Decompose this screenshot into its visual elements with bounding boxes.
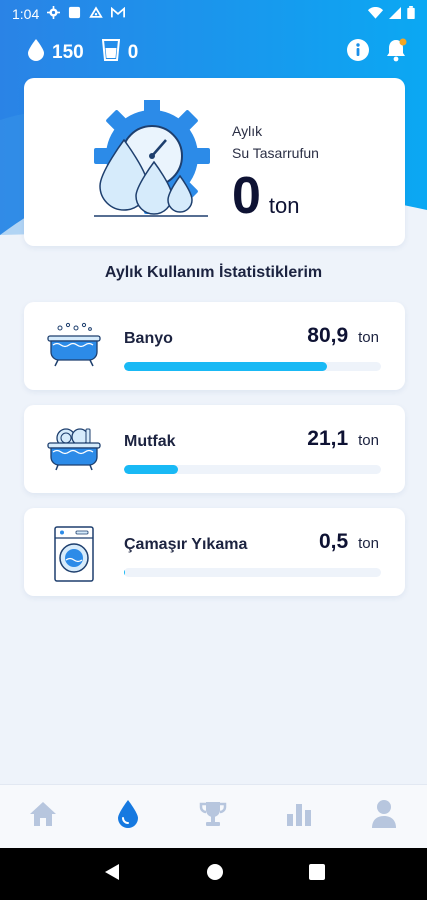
stat-card-kitchen[interactable]: Mutfak 21,1 ton: [24, 405, 405, 493]
progress-track-bathroom: [124, 362, 381, 371]
savings-amount: 0: [232, 167, 261, 225]
stat-amount-laundry: 0,5: [318, 530, 349, 553]
stat-value-kitchen: 21,1 ton: [307, 427, 379, 451]
settings-status-icon: [47, 6, 61, 22]
stat-unit-laundry: ton: [358, 535, 379, 552]
bar-chart-icon: [285, 800, 313, 833]
progress-fill-laundry: [124, 568, 126, 577]
stat-unit-kitchen: ton: [358, 432, 379, 449]
home-icon: [28, 800, 58, 833]
notification-button[interactable]: [385, 38, 407, 68]
drops-count: 150: [52, 42, 84, 63]
trophy-icon: [198, 800, 228, 833]
progress-track-laundry: [124, 568, 381, 577]
stat-value-laundry: 0,5 ton: [319, 530, 379, 554]
status-time: 1:04: [12, 6, 40, 22]
info-button[interactable]: [347, 39, 369, 67]
stat-unit-bathroom: ton: [358, 329, 379, 346]
nav-statistics[interactable]: [279, 797, 319, 837]
mail-status-icon: [111, 6, 126, 22]
monthly-savings-card: Aylık Su Tasarrufun 0 ton: [24, 78, 405, 246]
android-status-icon: [89, 6, 104, 22]
glass-counter: 0: [101, 39, 139, 67]
home-button[interactable]: [206, 863, 224, 886]
water-drop-icon: [28, 39, 44, 67]
nav-water[interactable]: [108, 797, 148, 837]
nav-home[interactable]: [23, 797, 63, 837]
stat-amount-bathroom: 80,9: [307, 324, 349, 347]
square-status-icon: [68, 6, 81, 22]
progress-track-kitchen: [124, 465, 381, 474]
stat-name-laundry: Çamaşır Yıkama: [124, 536, 248, 553]
battery-icon: [407, 6, 415, 22]
water-drop-icon: [117, 799, 139, 834]
bottom-navigation: [0, 784, 427, 848]
washing-machine-icon: [46, 526, 102, 582]
bathtub-icon: [46, 320, 102, 372]
kitchen-sink-icon: [46, 423, 102, 475]
savings-unit: ton: [268, 193, 300, 218]
savings-label-line2: Su Tasarrufun: [232, 145, 319, 161]
recents-button[interactable]: [308, 863, 325, 885]
signal-icon: [389, 6, 401, 22]
system-navigation-bar: [0, 848, 427, 900]
stat-name-bathroom: Banyo: [124, 330, 173, 347]
status-bar: 1:04: [0, 0, 427, 28]
savings-label-line1: Aylık: [232, 123, 263, 139]
header-row: 150 0: [28, 38, 407, 68]
savings-value: 0 ton: [232, 170, 300, 222]
wifi-icon: [368, 6, 383, 22]
progress-fill-kitchen: [124, 465, 178, 474]
glass-icon: [101, 39, 120, 67]
stat-card-bathroom[interactable]: Banyo 80,9 ton: [24, 302, 405, 390]
gear-water-drops-illustration: [90, 98, 218, 233]
profile-icon: [371, 799, 397, 834]
savings-label: Aylık Su Tasarrufun: [232, 120, 319, 164]
stat-value-bathroom: 80,9 ton: [307, 324, 379, 348]
progress-fill-bathroom: [124, 362, 328, 371]
nav-trophy[interactable]: [193, 797, 233, 837]
glass-count: 0: [127, 42, 139, 63]
stat-amount-kitchen: 21,1: [307, 427, 349, 450]
stats-section-title: Aylık Kullanım İstatistiklerim: [104, 264, 323, 281]
stat-name-kitchen: Mutfak: [124, 433, 176, 450]
stat-card-laundry[interactable]: Çamaşır Yıkama 0,5 ton: [24, 508, 405, 596]
drops-counter: 150: [28, 39, 84, 67]
back-button[interactable]: [103, 863, 121, 886]
nav-profile[interactable]: [364, 797, 404, 837]
